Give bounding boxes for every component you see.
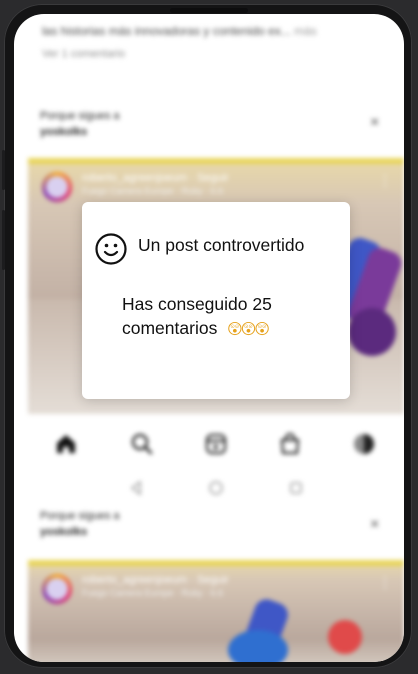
phone-side-button (2, 210, 5, 270)
phone-screen: las historias más innovadoras y contenid… (14, 14, 404, 662)
achievement-dialog: Un post controvertido Has conseguido 25 … (82, 202, 350, 399)
system-navigation (14, 472, 404, 502)
phone-side-button (2, 150, 5, 190)
reels-icon[interactable] (202, 430, 230, 458)
astonished-emoji: 😲😲😲 (227, 320, 270, 338)
suggestion-reason: Porque sigues a yoskolks (40, 510, 120, 538)
suggestion-reason: Porque sigues a yoskolks (40, 110, 120, 138)
post-subtitle: Fuego Camera Europe · Ruby · 6.6 (82, 588, 224, 598)
dismiss-suggestion-button[interactable]: × (370, 114, 379, 132)
view-comments-link[interactable]: Ver 1 comentario (42, 48, 125, 60)
back-icon[interactable] (126, 478, 146, 498)
phone-speaker (170, 8, 248, 13)
bottom-navigation (14, 422, 404, 466)
caption-more-link[interactable]: más (294, 24, 317, 38)
post-author-avatar[interactable] (42, 172, 72, 202)
post-options-icon[interactable]: ⋮ (378, 172, 392, 189)
dialog-message: Has conseguido 25 comentarios 😲😲😲 (122, 294, 272, 338)
post-options-icon[interactable]: ⋮ (378, 574, 392, 591)
dialog-title: Un post controvertido (138, 235, 305, 255)
dismiss-suggestion-button[interactable]: × (370, 516, 379, 534)
smiley-face-icon (94, 232, 128, 266)
profile-avatar[interactable] (350, 430, 378, 458)
post-author-name[interactable]: roberto_agreenjoeum · Seguir (82, 574, 229, 586)
post-author-name[interactable]: roberto_agreenjoeum · Seguir (82, 172, 229, 184)
search-icon[interactable] (128, 430, 156, 458)
post-caption: las historias más innovadoras y contenid… (42, 24, 317, 38)
post-author-avatar[interactable] (42, 574, 72, 604)
post-subtitle: Fuego Camera Europe · Ruby · 6.6 (82, 186, 224, 196)
recents-icon[interactable] (286, 478, 306, 498)
home-icon[interactable] (52, 430, 80, 458)
suggested-post[interactable]: roberto_agreenjoeum · Seguir Fuego Camer… (28, 560, 404, 662)
shop-icon[interactable] (276, 430, 304, 458)
home-circle-icon[interactable] (206, 478, 226, 498)
